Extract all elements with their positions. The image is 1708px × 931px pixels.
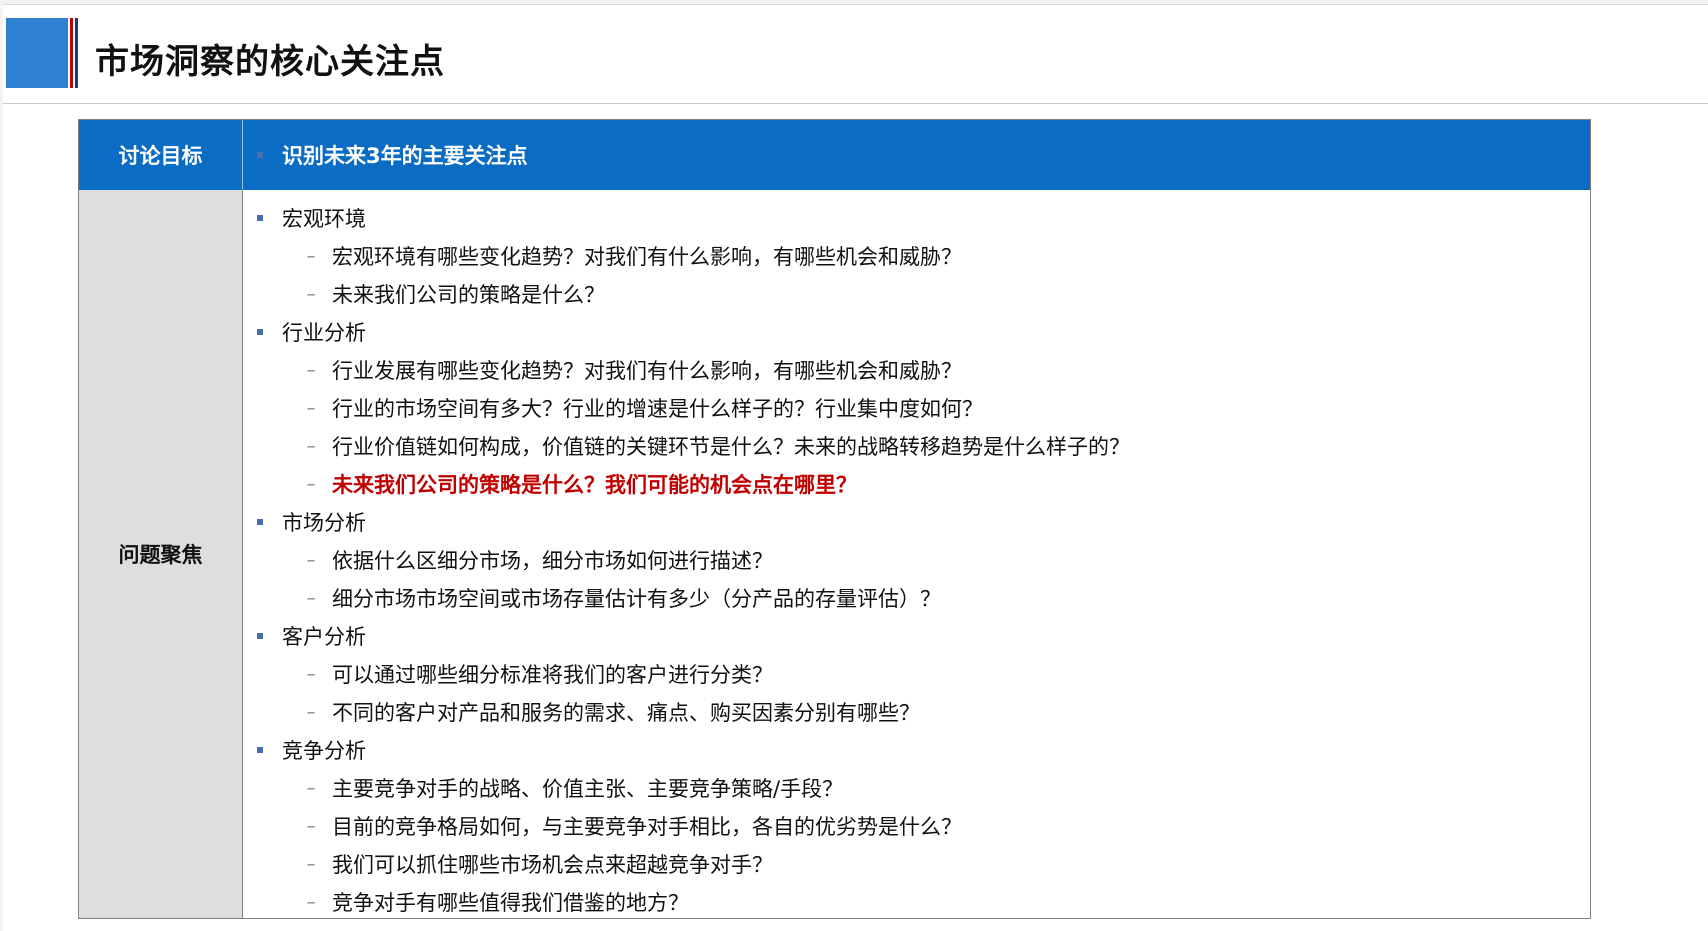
list-item-text: 竞争对手有哪些值得我们借鉴的地方？ <box>332 891 689 915</box>
dash-bullet-icon: – <box>306 397 316 419</box>
dash-bullet-icon: – <box>306 435 316 457</box>
square-bullet-icon <box>257 519 263 525</box>
header-content-cell: 识别未来3年的主要关注点 <box>243 120 1590 190</box>
dash-bullet-icon: – <box>306 891 316 913</box>
list-item-text: 依据什么区细分市场，细分市场如何进行描述？ <box>332 549 773 573</box>
section-heading-text: 竞争分析 <box>282 739 366 763</box>
list-item: – 目前的竞争格局如何，与主要竞争对手相比，各自的优劣势是什么？ <box>243 807 1590 845</box>
list-item-text: 可以通过哪些细分标准将我们的客户进行分类？ <box>332 663 773 687</box>
slide: 市场洞察的核心关注点 讨论目标 识别未来3年的主要关注点 问题聚焦 宏观环境 – 宏… <box>3 4 1708 931</box>
body-content-cell: 宏观环境 – 宏观环境有哪些变化趋势？对我们有什么影响，有哪些机会和威胁？ – 未来我们… <box>243 190 1590 918</box>
list-item-text: 不同的客户对产品和服务的需求、痛点、购买因素分别有哪些？ <box>332 701 920 725</box>
list-item-text: 目前的竞争格局如何，与主要竞争对手相比，各自的优劣势是什么？ <box>332 815 962 839</box>
dash-bullet-icon: – <box>306 663 316 685</box>
header-goal-text: 识别未来3年的主要关注点 <box>282 144 528 168</box>
dash-bullet-icon: – <box>306 815 316 837</box>
list-item: – 宏观环境有哪些变化趋势？对我们有什么影响，有哪些机会和威胁？ <box>243 237 1590 275</box>
list-item-text: 宏观环境有哪些变化趋势？对我们有什么影响，有哪些机会和威胁？ <box>332 245 962 269</box>
list-item-text: 行业发展有哪些变化趋势？对我们有什么影响，有哪些机会和威胁？ <box>332 359 962 383</box>
dash-bullet-icon: – <box>306 359 316 381</box>
list-item-text: 未来我们公司的策略是什么？我们可能的机会点在哪里？ <box>332 473 857 497</box>
top-divider <box>3 4 1708 5</box>
list-item: – 细分市场市场空间或市场存量估计有多少（分产品的存量评估）？ <box>243 579 1590 617</box>
square-bullet-icon <box>257 633 263 639</box>
square-bullet-icon <box>257 152 263 158</box>
table-header-row: 讨论目标 识别未来3年的主要关注点 <box>79 120 1590 190</box>
dash-bullet-icon: – <box>306 283 316 305</box>
list-item-text: 主要竞争对手的战略、价值主张、主要竞争策略/手段？ <box>332 777 844 801</box>
section-heading: 市场分析 <box>243 503 1590 541</box>
dash-bullet-icon: – <box>306 549 316 571</box>
header-label-cell: 讨论目标 <box>79 120 243 190</box>
dash-bullet-icon: – <box>306 245 316 267</box>
list-item: – 依据什么区细分市场，细分市场如何进行描述？ <box>243 541 1590 579</box>
square-bullet-icon <box>257 215 263 221</box>
body-label-cell: 问题聚焦 <box>79 190 243 918</box>
title-divider <box>3 103 1708 104</box>
list-item: – 未来我们公司的策略是什么？ <box>243 275 1590 313</box>
list-item: – 竞争对手有哪些值得我们借鉴的地方？ <box>243 883 1590 921</box>
square-bullet-icon <box>257 329 263 335</box>
dash-bullet-icon: – <box>306 701 316 723</box>
title-accent-navy-bar <box>75 18 78 88</box>
list-item: – 主要竞争对手的战略、价值主张、主要竞争策略/手段？ <box>243 769 1590 807</box>
list-item: – 行业发展有哪些变化趋势？对我们有什么影响，有哪些机会和威胁？ <box>243 351 1590 389</box>
section-heading-text: 宏观环境 <box>282 207 366 231</box>
list-item: – 行业的市场空间有多大？行业的增速是什么样子的？行业集中度如何？ <box>243 389 1590 427</box>
title-accent-block <box>6 18 68 88</box>
list-item: – 不同的客户对产品和服务的需求、痛点、购买因素分别有哪些？ <box>243 693 1590 731</box>
list-item-text: 未来我们公司的策略是什么？ <box>332 283 605 307</box>
list-item-text: 行业的市场空间有多大？行业的增速是什么样子的？行业集中度如何？ <box>332 397 983 421</box>
dash-bullet-icon: – <box>306 853 316 875</box>
list-item: – 我们可以抓住哪些市场机会点来超越竞争对手？ <box>243 845 1590 883</box>
section-heading-text: 行业分析 <box>282 321 366 345</box>
list-item-text: 细分市场市场空间或市场存量估计有多少（分产品的存量评估）？ <box>332 587 941 611</box>
section-heading: 竞争分析 <box>243 731 1590 769</box>
section-heading-text: 客户分析 <box>282 625 366 649</box>
list-item-text: 我们可以抓住哪些市场机会点来超越竞争对手？ <box>332 853 773 877</box>
list-item-text: 行业价值链如何构成，价值链的关键环节是什么？未来的战略转移趋势是什么样子的？ <box>332 435 1130 459</box>
list-item: – 可以通过哪些细分标准将我们的客户进行分类？ <box>243 655 1590 693</box>
dash-bullet-icon: – <box>306 777 316 799</box>
list-item: – 未来我们公司的策略是什么？我们可能的机会点在哪里？ <box>243 465 1590 503</box>
focus-table: 讨论目标 识别未来3年的主要关注点 问题聚焦 宏观环境 – 宏观环境有哪些变化趋势？… <box>78 119 1591 919</box>
title-accent-red-bar <box>70 18 73 88</box>
dash-bullet-icon: – <box>306 473 316 495</box>
section-heading: 客户分析 <box>243 617 1590 655</box>
list-item: – 行业价值链如何构成，价值链的关键环节是什么？未来的战略转移趋势是什么样子的？ <box>243 427 1590 465</box>
section-heading: 宏观环境 <box>243 199 1590 237</box>
section-heading-text: 市场分析 <box>282 511 366 535</box>
square-bullet-icon <box>257 747 263 753</box>
page-title: 市场洞察的核心关注点 <box>95 42 445 82</box>
dash-bullet-icon: – <box>306 587 316 609</box>
section-heading: 行业分析 <box>243 313 1590 351</box>
